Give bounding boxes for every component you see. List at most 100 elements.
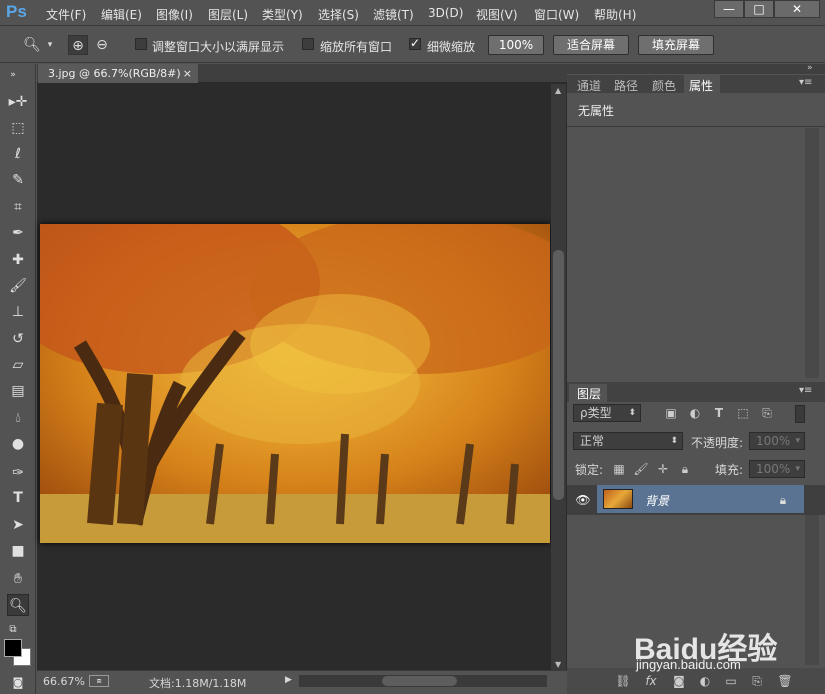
menu-window[interactable]: 窗口(W) [534,6,579,23]
tab-paths[interactable]: 路径 [614,77,638,94]
resize-windows-checkbox[interactable] [135,38,147,50]
collapse-arrows-icon[interactable]: » [2,64,24,86]
rectangle-tool-icon[interactable]: ■ [7,540,29,562]
new-layer-icon[interactable]: ⎘ [749,673,765,689]
visibility-eye-icon[interactable]: 👁︎ [575,492,591,508]
layer-filter-select[interactable]: ρ类型 ⬍ [573,404,641,422]
horizontal-scrollbar-thumb[interactable] [382,676,457,686]
delete-layer-icon[interactable]: 🗑︎ [777,673,793,689]
lasso-tool-icon[interactable]: ℓ [7,143,29,165]
menu-image[interactable]: 图像(I) [156,6,193,23]
gradient-tool-icon[interactable]: ▤ [7,380,29,402]
no-properties-text: 无属性 [578,104,615,118]
chevron-icon: ⬍ [628,408,636,418]
layers-panel-menu-icon[interactable]: ▾≡ [799,385,812,396]
scroll-up-icon[interactable]: ▲ [555,86,561,95]
photoshop-logo: Ps [6,2,27,21]
menu-layer[interactable]: 图层(L) [208,6,248,23]
tab-properties[interactable]: 属性 [689,77,713,94]
tab-channels[interactable]: 通道 [577,77,601,94]
filter-toggle-switch[interactable] [795,405,805,423]
filter-shape-icon[interactable]: ⬚ [735,405,751,421]
opacity-input[interactable]: 100% ▾ [749,432,805,450]
foreground-color-swatch[interactable] [4,639,22,657]
zoom-tool-icon[interactable]: 🔍︎ [22,35,42,55]
healing-brush-tool-icon[interactable]: ✚ [7,249,29,271]
move-tool-icon[interactable]: ▸✛ [7,91,29,113]
document-tab[interactable]: 3.jpg @ 66.7%(RGB/8#) × [38,64,198,83]
brush-tool-icon[interactable]: 🖌︎ [7,275,29,297]
minimize-button[interactable]: — [714,0,744,18]
tab-close-icon[interactable]: × [183,64,192,83]
quick-selection-tool-icon[interactable]: ✎ [7,169,29,191]
eyedropper-tool-icon[interactable]: ✒ [7,222,29,244]
fill-screen-button[interactable]: 填充屏幕 [638,35,714,55]
panel-menu-icon[interactable]: ▾≡ [799,77,812,88]
menu-type[interactable]: 类型(Y) [262,6,303,23]
type-tool-icon[interactable]: T [7,487,29,509]
doc-info-icon[interactable]: ⧈ [89,675,109,687]
opacity-value: 100% [756,434,791,448]
default-colors-icon[interactable]: ⧉ [2,619,24,641]
eraser-tool-icon[interactable]: ▱ [7,354,29,376]
marquee-tool-icon[interactable]: ⬚ [7,117,29,139]
menu-edit[interactable]: 编辑(E) [101,6,142,23]
chevron-down-icon: ▾ [795,464,800,474]
menu-filter[interactable]: 滤镜(T) [373,6,414,23]
blur-tool-icon[interactable]: 💧︎ [7,407,29,429]
zoom-tool-active-icon[interactable]: 🔍︎ [7,594,29,616]
lock-all-icon[interactable]: 🔒︎ [677,461,693,477]
filter-type-icon[interactable]: T [711,405,727,421]
dodge-tool-icon[interactable]: ● [7,433,29,455]
pen-tool-icon[interactable]: ✑ [7,462,29,484]
new-group-icon[interactable]: ▭ [723,673,739,689]
path-selection-tool-icon[interactable]: ➤ [7,514,29,536]
scroll-down-icon[interactable]: ▼ [555,660,561,669]
actual-pixels-button[interactable]: 100% [488,35,544,55]
history-brush-tool-icon[interactable]: ↺ [7,328,29,350]
hand-tool-icon[interactable]: ✋︎ [7,568,29,590]
lock-position-icon[interactable]: ✛ [655,461,671,477]
tool-preset-dropdown-icon[interactable]: ▾ [40,35,60,55]
maximize-button[interactable]: □ [744,0,774,18]
link-layers-icon[interactable]: ⛓︎ [615,673,631,689]
status-bar: 66.67% ⧈ 文档:1.18M/1.18M ▶ [37,670,567,694]
filter-smart-object-icon[interactable]: ⎘ [759,405,775,421]
menu-3d[interactable]: 3D(D) [428,6,463,20]
layer-name[interactable]: 背景 [645,492,669,509]
tools-panel: » ▸✛ ⬚ ℓ ✎ ⌗ ✒ ✚ 🖌︎ ⊥ ↺ ▱ ▤ 💧︎ ● ✑ T ➤ ■… [0,64,36,694]
lock-image-icon[interactable]: 🖌︎ [633,461,649,477]
blend-mode-select[interactable]: 正常 ⬍ [573,432,683,450]
dock-collapse-icon[interactable]: » [807,63,813,73]
adjustment-layer-icon[interactable]: ◐ [697,673,713,689]
menu-select[interactable]: 选择(S) [318,6,359,23]
filter-pixel-icon[interactable]: ▣ [663,405,679,421]
zoom-out-icon[interactable]: ⊖ [92,35,112,55]
menu-view[interactable]: 视图(V) [476,6,518,23]
filter-adjustment-icon[interactable]: ◐ [687,405,703,421]
status-menu-arrow-icon[interactable]: ▶ [285,675,292,685]
add-mask-icon[interactable]: ◙ [671,673,687,689]
lock-transparent-icon[interactable]: ▦ [611,461,627,477]
layers-scrollbar[interactable] [805,515,819,665]
zoom-all-windows-checkbox[interactable] [302,38,314,50]
layer-style-fx-icon[interactable]: fx [643,673,659,689]
fill-input[interactable]: 100% ▾ [749,460,805,478]
properties-scrollbar[interactable] [805,128,819,378]
vertical-scrollbar-thumb[interactable] [553,250,564,500]
menu-help[interactable]: 帮助(H) [594,6,636,23]
crop-tool-icon[interactable]: ⌗ [7,196,29,218]
zoom-level-readout[interactable]: 66.67% [43,675,85,688]
scrubby-zoom-checkbox[interactable] [409,36,421,50]
close-button[interactable]: ✕ [774,0,820,18]
layer-thumbnail [603,489,633,509]
quick-mask-icon[interactable]: ◙ [7,672,29,694]
tab-color[interactable]: 颜色 [652,77,676,94]
watermark-url: jingyan.baidu.com [636,657,741,672]
tab-layers[interactable]: 图层 [577,385,601,402]
fit-screen-button[interactable]: 适合屏幕 [553,35,629,55]
menu-file[interactable]: 文件(F) [46,6,86,23]
zoom-in-icon[interactable]: ⊕ [68,35,88,55]
chevron-icon: ⬍ [670,436,678,446]
clone-stamp-tool-icon[interactable]: ⊥ [7,301,29,323]
